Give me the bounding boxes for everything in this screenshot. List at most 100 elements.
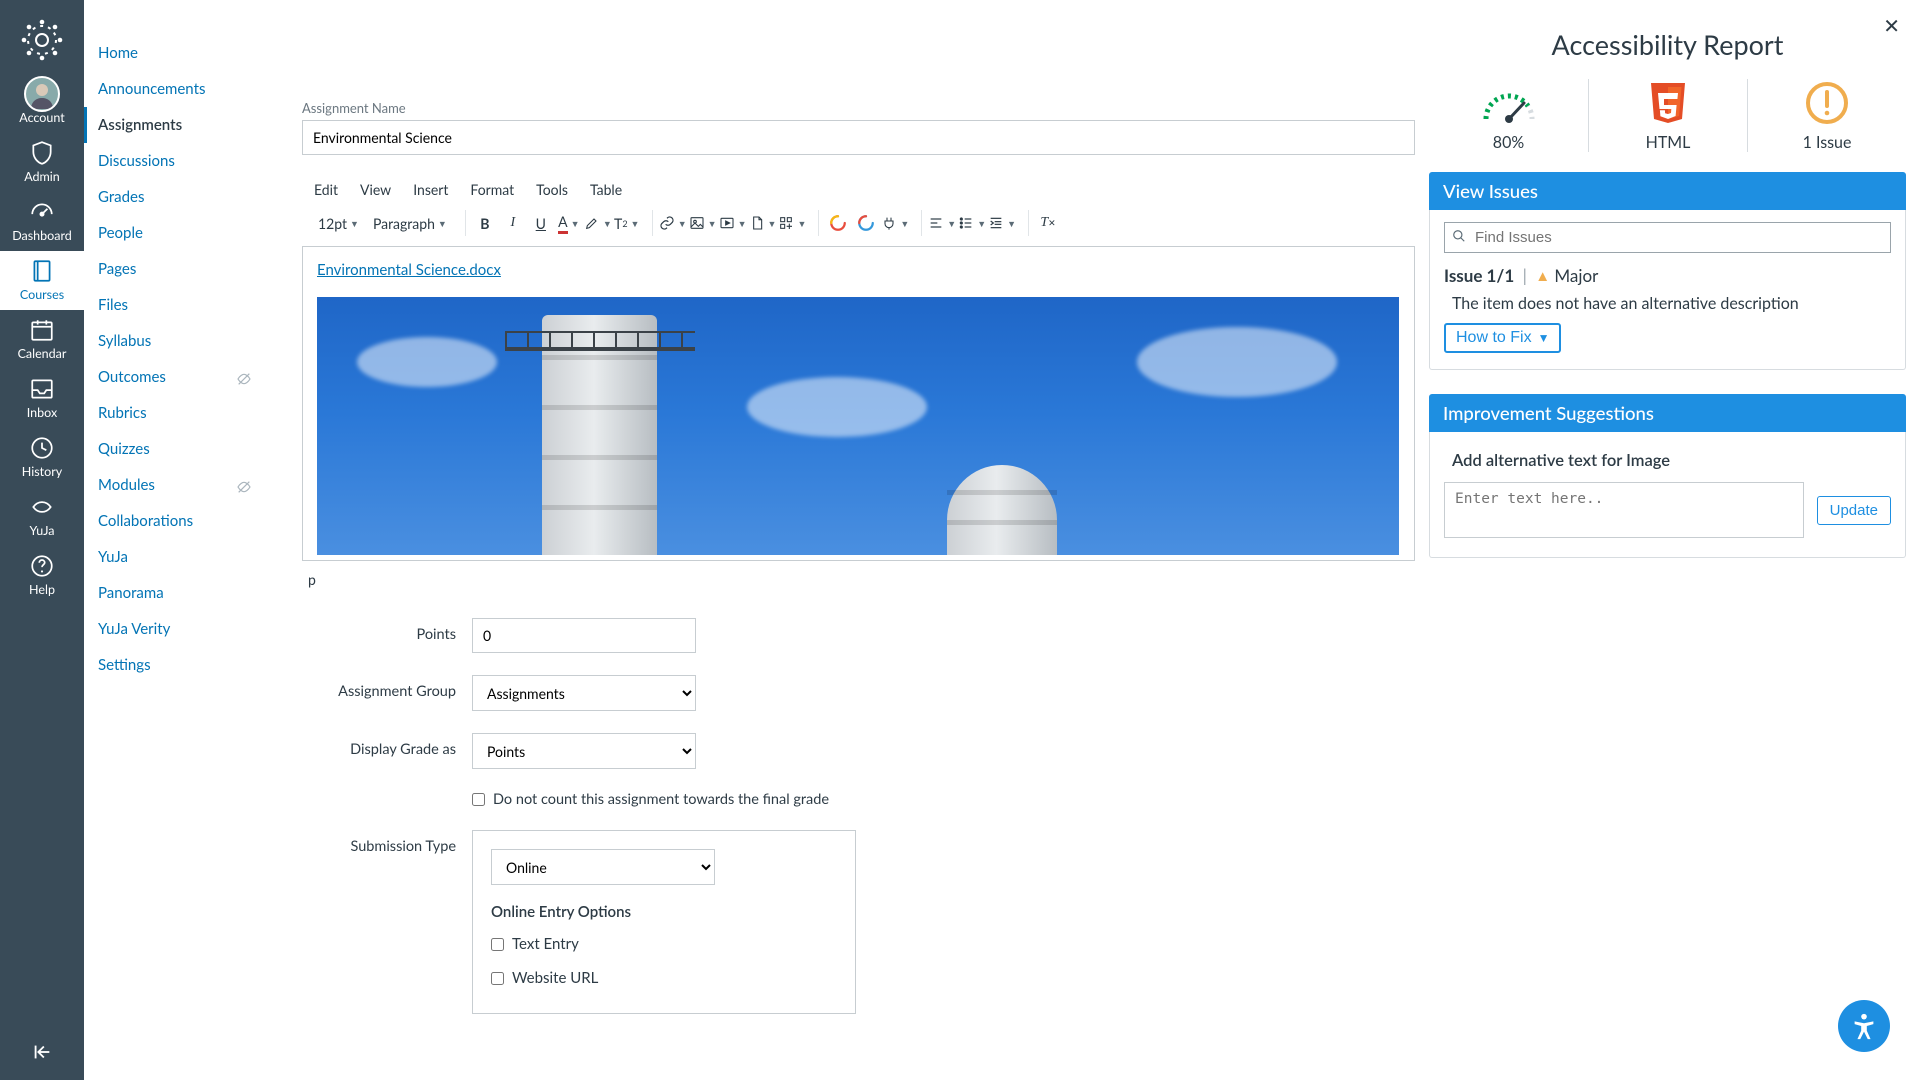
course-nav-modules[interactable]: Modules: [84, 467, 266, 503]
course-nav-settings[interactable]: Settings: [84, 647, 266, 683]
editor-path: p: [308, 571, 1415, 588]
underline-button[interactable]: U: [528, 210, 554, 236]
document-button[interactable]: ▼: [749, 210, 777, 236]
menu-format[interactable]: Format: [470, 181, 514, 198]
nav-history-label: History: [0, 464, 84, 479]
external-tool-1[interactable]: [825, 210, 851, 236]
course-nav-announcements[interactable]: Announcements: [84, 71, 266, 107]
highlight-button[interactable]: ▼: [584, 210, 612, 236]
search-icon: [1452, 229, 1466, 246]
nav-inbox[interactable]: Inbox: [0, 369, 84, 428]
course-nav-yuja[interactable]: YuJa: [84, 539, 266, 575]
close-button[interactable]: ✕: [1883, 14, 1900, 38]
text-color-button[interactable]: A▼: [556, 210, 582, 236]
plugin-button[interactable]: ▼: [881, 210, 909, 236]
view-issues-section: View Issues Issue 1/1 | ▲ Major The item…: [1429, 172, 1906, 370]
assignment-settings: Points Assignment Group Assignments Disp…: [302, 618, 1162, 1014]
menu-view[interactable]: View: [360, 181, 391, 198]
nav-history[interactable]: History: [0, 428, 84, 487]
chevron-down-icon: ▼: [1538, 331, 1550, 345]
menu-insert[interactable]: Insert: [413, 181, 448, 198]
list-icon: [958, 215, 974, 231]
format-label: HTML: [1589, 133, 1747, 152]
suggestions-header: Improvement Suggestions: [1429, 394, 1906, 432]
align-button[interactable]: ▼: [928, 210, 956, 236]
menu-edit[interactable]: Edit: [314, 181, 338, 198]
alt-text-input[interactable]: [1444, 482, 1804, 538]
course-nav-home[interactable]: Home: [84, 35, 266, 71]
menu-tools[interactable]: Tools: [536, 181, 568, 198]
display-grade-label: Display Grade as: [302, 733, 472, 758]
hidden-icon: [236, 371, 252, 390]
link-button[interactable]: ▼: [659, 210, 687, 236]
nav-account[interactable]: Account: [0, 74, 84, 133]
external-tool-2[interactable]: [853, 210, 879, 236]
submission-type-select[interactable]: Online: [491, 849, 715, 885]
link-icon: [659, 215, 675, 231]
course-nav-quizzes[interactable]: Quizzes: [84, 431, 266, 467]
course-nav-collaborations[interactable]: Collaborations: [84, 503, 266, 539]
chevron-down-icon: ▼: [947, 218, 956, 229]
entry-text-checkbox[interactable]: [491, 938, 504, 951]
course-nav-syllabus[interactable]: Syllabus: [84, 323, 266, 359]
nav-admin-label: Admin: [0, 169, 84, 184]
assignment-name-input[interactable]: [302, 120, 1415, 155]
block-style-picker[interactable]: Paragraph▼: [367, 210, 453, 236]
nav-courses[interactable]: Courses: [0, 251, 84, 310]
bold-button[interactable]: B: [472, 210, 498, 236]
course-nav-files[interactable]: Files: [84, 287, 266, 323]
how-to-fix-button[interactable]: How to Fix ▼: [1444, 323, 1561, 353]
indent-icon: [988, 215, 1004, 231]
collapse-nav-button[interactable]: [0, 1027, 84, 1080]
superscript-button[interactable]: T2▼: [614, 210, 640, 236]
course-nav-yujaverity[interactable]: YuJa Verity: [84, 611, 266, 647]
course-nav-discussions[interactable]: Discussions: [84, 143, 266, 179]
suggestion-title: Add alternative text for Image: [1452, 450, 1891, 470]
chevron-down-icon: ▼: [738, 218, 747, 229]
chevron-down-icon: ▼: [678, 218, 687, 229]
nav-yuja[interactable]: YuJa: [0, 487, 84, 546]
list-button[interactable]: ▼: [958, 210, 986, 236]
metrics-row: 80% HTML 1 Issue: [1429, 79, 1906, 152]
menu-table[interactable]: Table: [590, 181, 622, 198]
accessibility-fab[interactable]: [1838, 1000, 1890, 1052]
indent-button[interactable]: ▼: [988, 210, 1016, 236]
nav-help[interactable]: Help: [0, 546, 84, 605]
italic-button[interactable]: I: [500, 210, 526, 236]
points-input[interactable]: [472, 618, 696, 653]
submission-type-label: Submission Type: [302, 830, 472, 855]
clock-icon: [0, 434, 84, 462]
course-nav-people[interactable]: People: [84, 215, 266, 251]
warning-icon: [1748, 79, 1906, 127]
suggestions-section: Improvement Suggestions Add alternative …: [1429, 394, 1906, 558]
course-nav-grades[interactable]: Grades: [84, 179, 266, 215]
attached-document-link[interactable]: Environmental Science.docx: [317, 261, 501, 279]
apps-button[interactable]: ▼: [778, 210, 806, 236]
accessibility-icon: [1849, 1011, 1879, 1041]
image-button[interactable]: ▼: [689, 210, 717, 236]
assignment-group-select[interactable]: Assignments: [472, 675, 696, 711]
display-grade-select[interactable]: Points: [472, 733, 696, 769]
entry-url-checkbox[interactable]: [491, 972, 504, 985]
course-nav-pages[interactable]: Pages: [84, 251, 266, 287]
nav-calendar[interactable]: Calendar: [0, 310, 84, 369]
course-nav-rubrics[interactable]: Rubrics: [84, 395, 266, 431]
content-image[interactable]: [317, 297, 1399, 555]
editor-canvas[interactable]: Environmental Science.docx: [302, 246, 1415, 561]
brand-logo[interactable]: [18, 16, 66, 64]
course-nav-panorama[interactable]: Panorama: [84, 575, 266, 611]
book-icon: [0, 257, 84, 285]
no-count-checkbox[interactable]: [472, 793, 485, 806]
update-button[interactable]: Update: [1817, 496, 1891, 525]
course-nav-assignments[interactable]: Assignments: [84, 107, 266, 143]
nav-admin[interactable]: Admin: [0, 133, 84, 192]
media-button[interactable]: ▼: [719, 210, 747, 236]
nav-dashboard[interactable]: Dashboard: [0, 192, 84, 251]
find-issues-input[interactable]: [1444, 222, 1891, 253]
clear-formatting-button[interactable]: T✕: [1035, 210, 1061, 236]
font-size-picker[interactable]: 12pt▼: [312, 210, 365, 236]
hidden-icon: [236, 479, 252, 498]
severity-label: Major: [1554, 265, 1598, 286]
course-nav-outcomes[interactable]: Outcomes: [84, 359, 266, 395]
panel-title: Accessibility Report: [1429, 28, 1906, 61]
